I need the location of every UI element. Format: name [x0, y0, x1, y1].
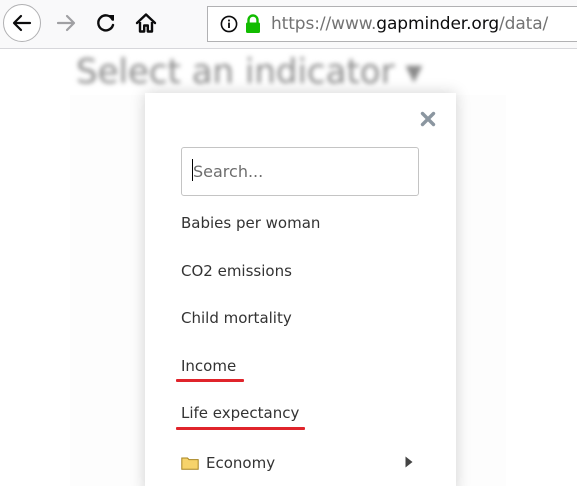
browser-toolbar: https://www.gapminder.org/data/: [0, 0, 577, 49]
home-icon: [135, 13, 157, 33]
search-input[interactable]: [181, 147, 419, 196]
forward-arrow-icon: [56, 14, 76, 32]
home-button[interactable]: [126, 3, 166, 43]
background-panel-right: [456, 95, 506, 486]
income-underline-annotation: [176, 379, 244, 382]
folder-icon: [181, 457, 199, 470]
url-bar[interactable]: https://www.gapminder.org/data/: [207, 6, 577, 42]
menu-item-income[interactable]: Income: [181, 357, 236, 375]
url-text[interactable]: https://www.gapminder.org/data/: [271, 14, 548, 34]
menu-item-life-expectancy[interactable]: Life expectancy: [181, 404, 299, 422]
menu-item-child-mortality[interactable]: Child mortality: [181, 309, 292, 327]
forward-button[interactable]: [46, 3, 86, 43]
page-heading: Select an indicator ▾: [76, 52, 423, 92]
back-arrow-icon: [12, 14, 32, 32]
life-expectancy-underline-annotation: [176, 427, 305, 430]
menu-item-co2-emissions[interactable]: CO2 emissions: [181, 262, 292, 280]
indicator-picker-modal: Babies per woman CO2 emissions Child mor…: [145, 93, 456, 486]
reload-button[interactable]: [86, 3, 126, 43]
url-prefix: https://www.: [271, 14, 377, 34]
close-icon[interactable]: [419, 110, 437, 128]
background-panel-left: [70, 95, 145, 486]
lock-icon[interactable]: [244, 14, 262, 34]
folder-label: Economy: [206, 454, 276, 472]
url-path: /data/: [499, 14, 549, 34]
info-icon[interactable]: [220, 15, 238, 33]
url-domain: gapminder.org: [376, 14, 500, 34]
back-button[interactable]: [3, 4, 41, 42]
reload-icon: [97, 14, 115, 32]
menu-item-babies-per-woman[interactable]: Babies per woman: [181, 214, 320, 232]
menu-folder-economy[interactable]: Economy: [181, 451, 413, 475]
chevron-right-icon: [405, 456, 413, 468]
text-caret: [192, 159, 193, 181]
